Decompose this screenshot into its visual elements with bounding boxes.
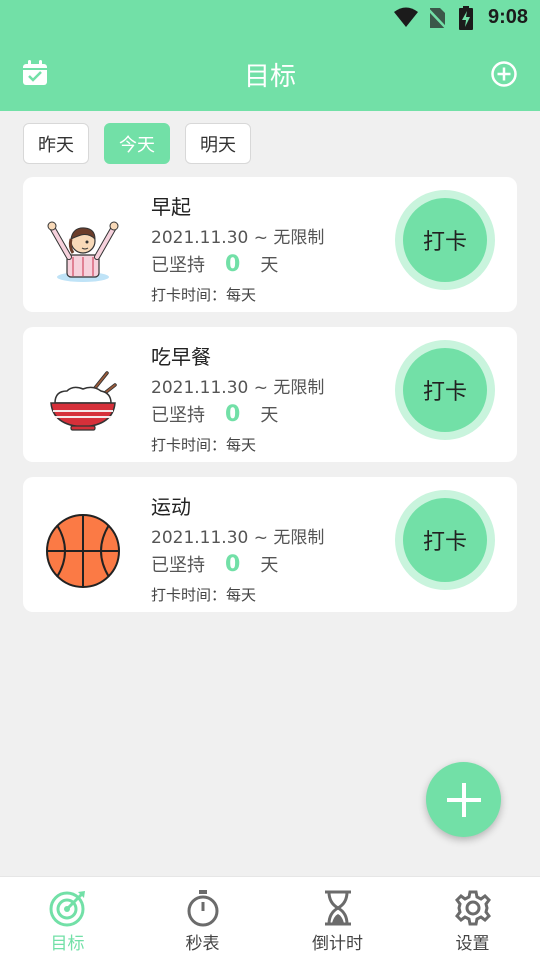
- goal-checkin-time: 打卡时间：每天: [151, 436, 257, 454]
- target-icon: [49, 891, 85, 927]
- checkin-button-label[interactable]: 打卡: [403, 198, 487, 282]
- streak-days: 0: [225, 402, 241, 427]
- streak-unit: 天: [260, 255, 279, 276]
- streak-prefix: 已坚持: [151, 405, 205, 426]
- stopwatch-icon: [187, 890, 218, 927]
- battery-charging-icon: [459, 6, 473, 30]
- nav-item-stopwatch[interactable]: 秒表: [135, 877, 270, 960]
- add-circle-icon[interactable]: [490, 60, 518, 88]
- streak-days: 0: [225, 252, 241, 277]
- streak-unit: 天: [260, 405, 279, 426]
- goal-date-range: 2021.11.30 ~ 无限制: [151, 228, 325, 248]
- tab-tomorrow[interactable]: 明天: [185, 123, 251, 164]
- streak-prefix: 已坚持: [151, 255, 205, 276]
- no-sim-icon: [427, 8, 447, 29]
- checkin-button[interactable]: 打卡: [395, 340, 495, 440]
- goal-streak: 已坚持 0 天: [151, 251, 278, 277]
- streak-prefix: 已坚持: [151, 555, 205, 576]
- goal-title: 运动: [151, 495, 191, 519]
- goal-date-range: 2021.11.30 ~ 无限制: [151, 378, 325, 398]
- tab-today[interactable]: 今天: [104, 123, 170, 164]
- checkin-button-label[interactable]: 打卡: [403, 348, 487, 432]
- tab-yesterday[interactable]: 昨天: [23, 123, 89, 164]
- day-tabs: 昨天 今天 明天: [23, 123, 251, 164]
- checkin-button[interactable]: 打卡: [395, 190, 495, 290]
- streak-unit: 天: [260, 555, 279, 576]
- plus-icon: [446, 782, 481, 817]
- page-title: 目标: [243, 62, 296, 92]
- gear-icon: [454, 890, 491, 926]
- checkin-button[interactable]: 打卡: [395, 490, 495, 590]
- waking-person-icon: [47, 221, 119, 282]
- add-goal-button[interactable]: [426, 762, 501, 837]
- checkin-button-label[interactable]: 打卡: [403, 498, 487, 582]
- hourglass-icon: [324, 890, 351, 926]
- goal-card-exercise[interactable]: 运动 2021.11.30 ~ 无限制 已坚持 0 天 打卡时间：每天 打卡: [23, 477, 517, 612]
- goal-checkin-time: 打卡时间：每天: [151, 286, 257, 304]
- goal-date-range: 2021.11.30 ~ 无限制: [151, 528, 325, 548]
- rice-bowl-icon: [50, 371, 117, 431]
- nav-item-countdown[interactable]: 倒计时: [270, 877, 405, 960]
- nav-label: 倒计时: [312, 934, 363, 954]
- basketball-icon: [46, 514, 120, 588]
- nav-label: 目标: [50, 934, 85, 954]
- goal-checkin-time: 打卡时间：每天: [151, 586, 257, 604]
- goal-card-wake-up[interactable]: 早起 2021.11.30 ~ 无限制 已坚持 0 天 打卡时间：每天 打卡: [23, 177, 517, 312]
- wifi-icon: [394, 7, 418, 27]
- nav-item-goals[interactable]: 目标: [0, 877, 135, 960]
- goal-streak: 已坚持 0 天: [151, 401, 278, 427]
- nav-item-settings[interactable]: 设置: [405, 877, 540, 960]
- status-time: 9:08: [487, 6, 528, 28]
- status-bar: 9:08: [0, 0, 540, 36]
- bottom-navigation: 目标 秒表 倒计时 设置: [0, 876, 540, 960]
- nav-label: 秒表: [185, 934, 220, 954]
- app-header: 9:08 目标: [0, 0, 540, 111]
- goal-streak: 已坚持 0 天: [151, 551, 278, 577]
- streak-days: 0: [225, 552, 241, 577]
- goal-title: 早起: [151, 195, 191, 219]
- nav-label: 设置: [455, 934, 490, 954]
- goal-title: 吃早餐: [151, 345, 211, 369]
- goal-card-breakfast[interactable]: 吃早餐 2021.11.30 ~ 无限制 已坚持 0 天 打卡时间：每天 打卡: [23, 327, 517, 462]
